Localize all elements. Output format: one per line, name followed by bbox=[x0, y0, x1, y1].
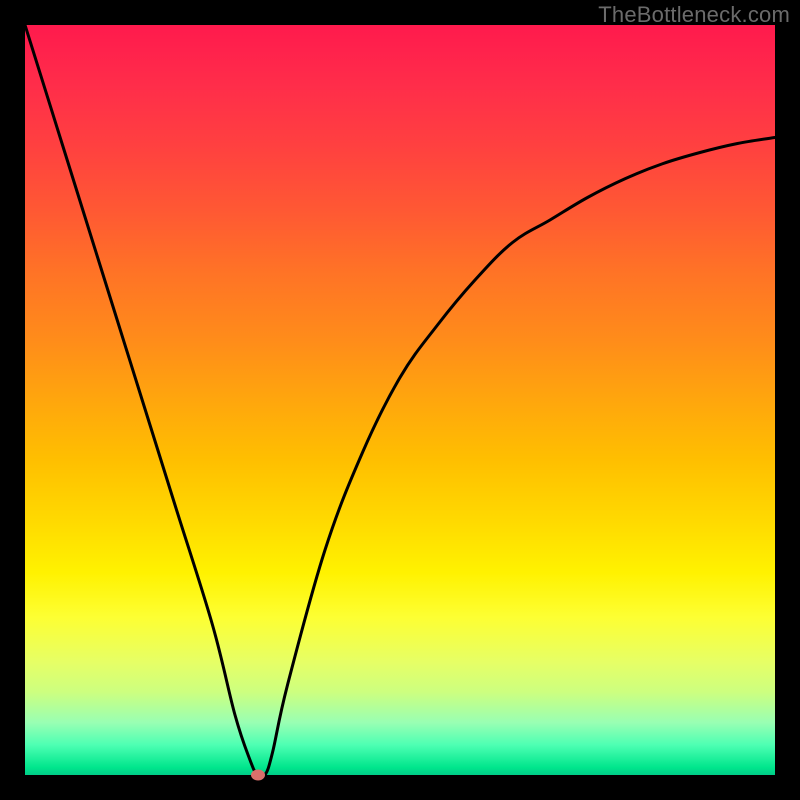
chart-frame: TheBottleneck.com bbox=[0, 0, 800, 800]
plot-area bbox=[25, 25, 775, 775]
watermark-text: TheBottleneck.com bbox=[598, 2, 790, 28]
curve-path bbox=[25, 25, 775, 775]
bottleneck-curve bbox=[25, 25, 775, 775]
optimum-marker bbox=[251, 770, 265, 781]
